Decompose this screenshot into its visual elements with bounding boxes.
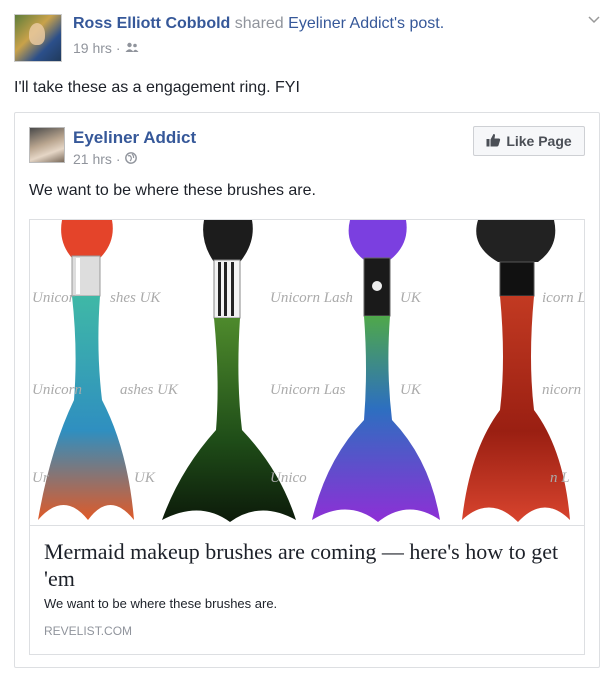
shared-label: shared (234, 15, 284, 32)
image-watermark: UK (134, 470, 155, 486)
friends-icon[interactable] (125, 40, 139, 56)
image-watermark: icorn L (542, 290, 584, 306)
image-watermark: Ur (32, 470, 49, 486)
meta-separator: · (115, 40, 121, 56)
image-watermark: UK (400, 290, 421, 306)
image-watermark: UK (400, 382, 421, 398)
image-watermark: Unicor (32, 290, 75, 306)
globe-icon[interactable] (124, 151, 137, 167)
source-post-link[interactable]: Eyeliner Addict's post. (288, 15, 444, 32)
shared-post-card: Eyeliner Addict 21 hrs · Like Page We wa… (14, 112, 600, 668)
link-preview-card[interactable]: Unicor shes UK Unicorn Lash UK icorn L U… (29, 219, 585, 655)
image-watermark: n L (550, 470, 570, 486)
post-message: I'll take these as a engagement ring. FY… (14, 79, 300, 96)
image-watermark: shes UK (110, 290, 161, 306)
post-timestamp[interactable]: 19 hrs (73, 40, 112, 56)
post-header: Ross Elliott Cobbold shared Eyeliner Add… (73, 14, 444, 34)
shared-post-timestamp[interactable]: 21 hrs (73, 151, 112, 167)
shared-post-meta: 21 hrs · (73, 151, 137, 167)
author-avatar[interactable] (14, 14, 62, 62)
shared-post-message: We want to be where these brushes are. (29, 182, 316, 199)
author-name-link[interactable]: Ross Elliott Cobbold (73, 15, 230, 32)
link-preview-description: We want to be where these brushes are. (44, 596, 278, 611)
page-name-link[interactable]: Eyeliner Addict (73, 127, 196, 149)
page-avatar[interactable] (29, 127, 65, 163)
mermaid-brush-teal (38, 220, 134, 520)
thumbs-up-icon (486, 133, 501, 150)
chevron-down-icon[interactable] (588, 12, 600, 27)
image-watermark: nicorn L (542, 382, 584, 398)
like-page-label: Like Page (506, 133, 572, 149)
link-preview-title[interactable]: Mermaid makeup brushes are coming — here… (44, 538, 570, 592)
image-watermark: ashes UK (120, 382, 178, 398)
mermaid-brush-purple (312, 220, 440, 522)
like-page-button[interactable]: Like Page (473, 126, 585, 156)
link-preview-domain: REVELIST.COM (44, 624, 133, 638)
image-watermark: Unicorn Las (270, 382, 346, 398)
image-watermark: Unicorn (32, 382, 82, 398)
image-watermark: Unicorn Lash (270, 290, 353, 306)
feed-post: Ross Elliott Cobbold shared Eyeliner Add… (0, 0, 614, 679)
meta-separator: · (115, 151, 121, 167)
image-watermark: Unico (270, 470, 307, 486)
link-preview-image[interactable]: Unicor shes UK Unicorn Lash UK icorn L U… (30, 220, 584, 526)
post-meta: 19 hrs · (73, 40, 139, 56)
